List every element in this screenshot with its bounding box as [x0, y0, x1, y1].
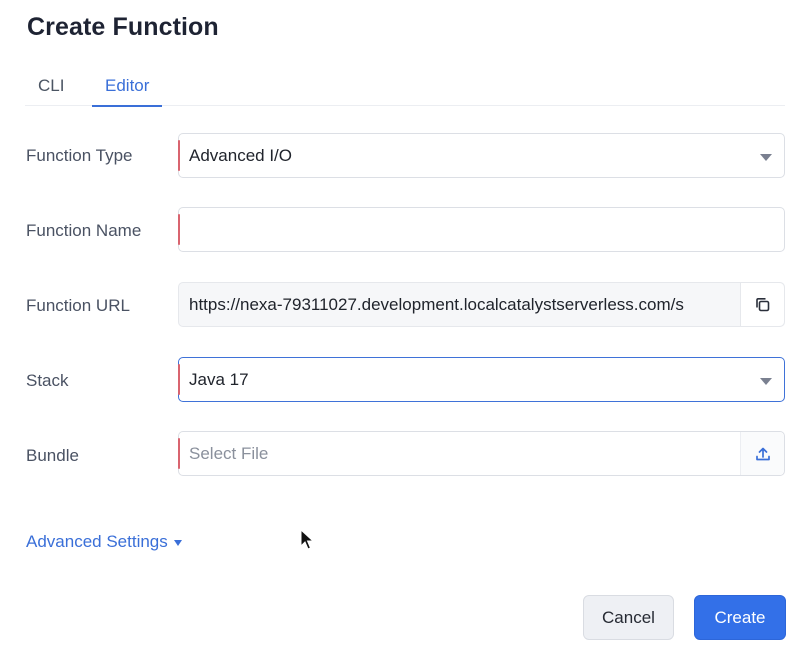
function-url-field: https://nexa-79311027.development.localc… [178, 282, 785, 327]
dialog-title: Create Function [27, 13, 219, 41]
upload-icon [755, 447, 770, 460]
mouse-pointer-icon [300, 529, 314, 550]
chevron-down-icon [760, 154, 772, 161]
copy-icon [755, 297, 769, 311]
tab-editor[interactable]: Editor [92, 76, 163, 107]
bundle-label: Bundle [26, 446, 79, 465]
stack-select[interactable]: Java 17 [178, 357, 785, 402]
function-url-value: https://nexa-79311027.development.localc… [189, 295, 684, 314]
copy-url-button[interactable] [740, 283, 784, 326]
advanced-settings-toggle[interactable]: Advanced Settings [26, 532, 182, 552]
chevron-down-icon [760, 378, 772, 385]
function-type-value: Advanced I/O [189, 146, 293, 165]
advanced-settings-label: Advanced Settings [26, 532, 168, 551]
bundle-placeholder: Select File [189, 444, 269, 463]
function-name-field[interactable] [178, 207, 785, 252]
create-button[interactable]: Create [694, 595, 786, 640]
tab-bar: CLI Editor [25, 72, 785, 107]
bundle-file-field[interactable]: Select File [178, 431, 785, 476]
upload-button[interactable] [740, 432, 784, 475]
tab-cli[interactable]: CLI [38, 76, 64, 106]
function-name-input[interactable] [189, 216, 769, 244]
function-url-label: Function URL [26, 296, 130, 315]
function-type-select[interactable]: Advanced I/O [178, 133, 785, 178]
function-name-label: Function Name [26, 221, 142, 240]
cancel-button[interactable]: Cancel [583, 595, 674, 640]
function-type-label: Function Type [26, 146, 133, 165]
stack-value: Java 17 [189, 370, 249, 389]
caret-down-icon [173, 540, 182, 546]
stack-label: Stack [26, 371, 69, 390]
